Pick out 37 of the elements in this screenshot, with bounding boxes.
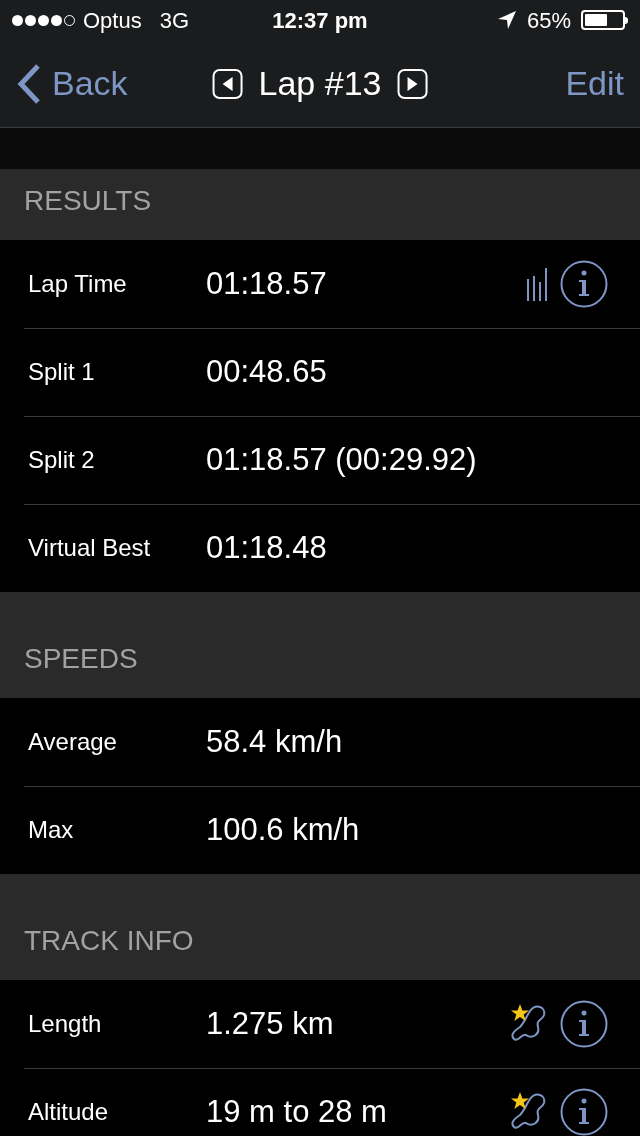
row-label: Split 2 bbox=[28, 445, 96, 475]
row-label: Altitude bbox=[28, 1097, 110, 1127]
chevron-left-icon bbox=[16, 62, 42, 105]
bar-chart-icon[interactable] bbox=[526, 266, 548, 302]
section-header: RESULTS bbox=[24, 184, 152, 218]
section-header: SPEEDS bbox=[24, 642, 138, 676]
info-icon[interactable] bbox=[560, 1088, 608, 1136]
row-label: Lap Time bbox=[28, 269, 128, 299]
info-icon[interactable] bbox=[560, 1000, 608, 1048]
back-button[interactable]: Back bbox=[16, 58, 128, 109]
row-label: Max bbox=[28, 815, 75, 845]
battery-percent: 65% bbox=[526, 6, 571, 35]
lap-title: Lap #13 bbox=[258, 63, 382, 104]
row-value: 1.275 km bbox=[206, 1004, 334, 1043]
next-lap-button[interactable] bbox=[397, 68, 428, 99]
row-value: 19 m to 28 m bbox=[206, 1092, 387, 1131]
row-label: Average bbox=[28, 727, 118, 757]
info-icon[interactable] bbox=[560, 260, 608, 308]
row-value: 01:18.48 bbox=[206, 528, 327, 567]
triangle-right-icon bbox=[405, 75, 420, 92]
section-header: TRACK INFO bbox=[24, 924, 194, 958]
row-value: 00:48.65 bbox=[206, 352, 327, 391]
previous-lap-button[interactable] bbox=[212, 68, 243, 99]
edit-button[interactable]: Edit bbox=[565, 58, 624, 109]
row-value: 01:18.57 (00:29.92) bbox=[206, 440, 477, 479]
battery-icon bbox=[581, 10, 628, 30]
triangle-left-icon bbox=[220, 75, 235, 92]
row-value: 100.6 km/h bbox=[206, 810, 360, 849]
row-label: Split 1 bbox=[28, 357, 96, 387]
carrier-name: Optus bbox=[83, 6, 142, 35]
row-label: Length bbox=[28, 1009, 103, 1039]
location-arrow-icon bbox=[496, 10, 517, 30]
network-type: 3G bbox=[159, 6, 190, 35]
row-label: Virtual Best bbox=[28, 533, 152, 563]
row-value: 01:18.57 bbox=[206, 264, 327, 303]
row-value: 58.4 km/h bbox=[206, 722, 343, 761]
clock-time: 12:37 pm bbox=[272, 6, 368, 35]
